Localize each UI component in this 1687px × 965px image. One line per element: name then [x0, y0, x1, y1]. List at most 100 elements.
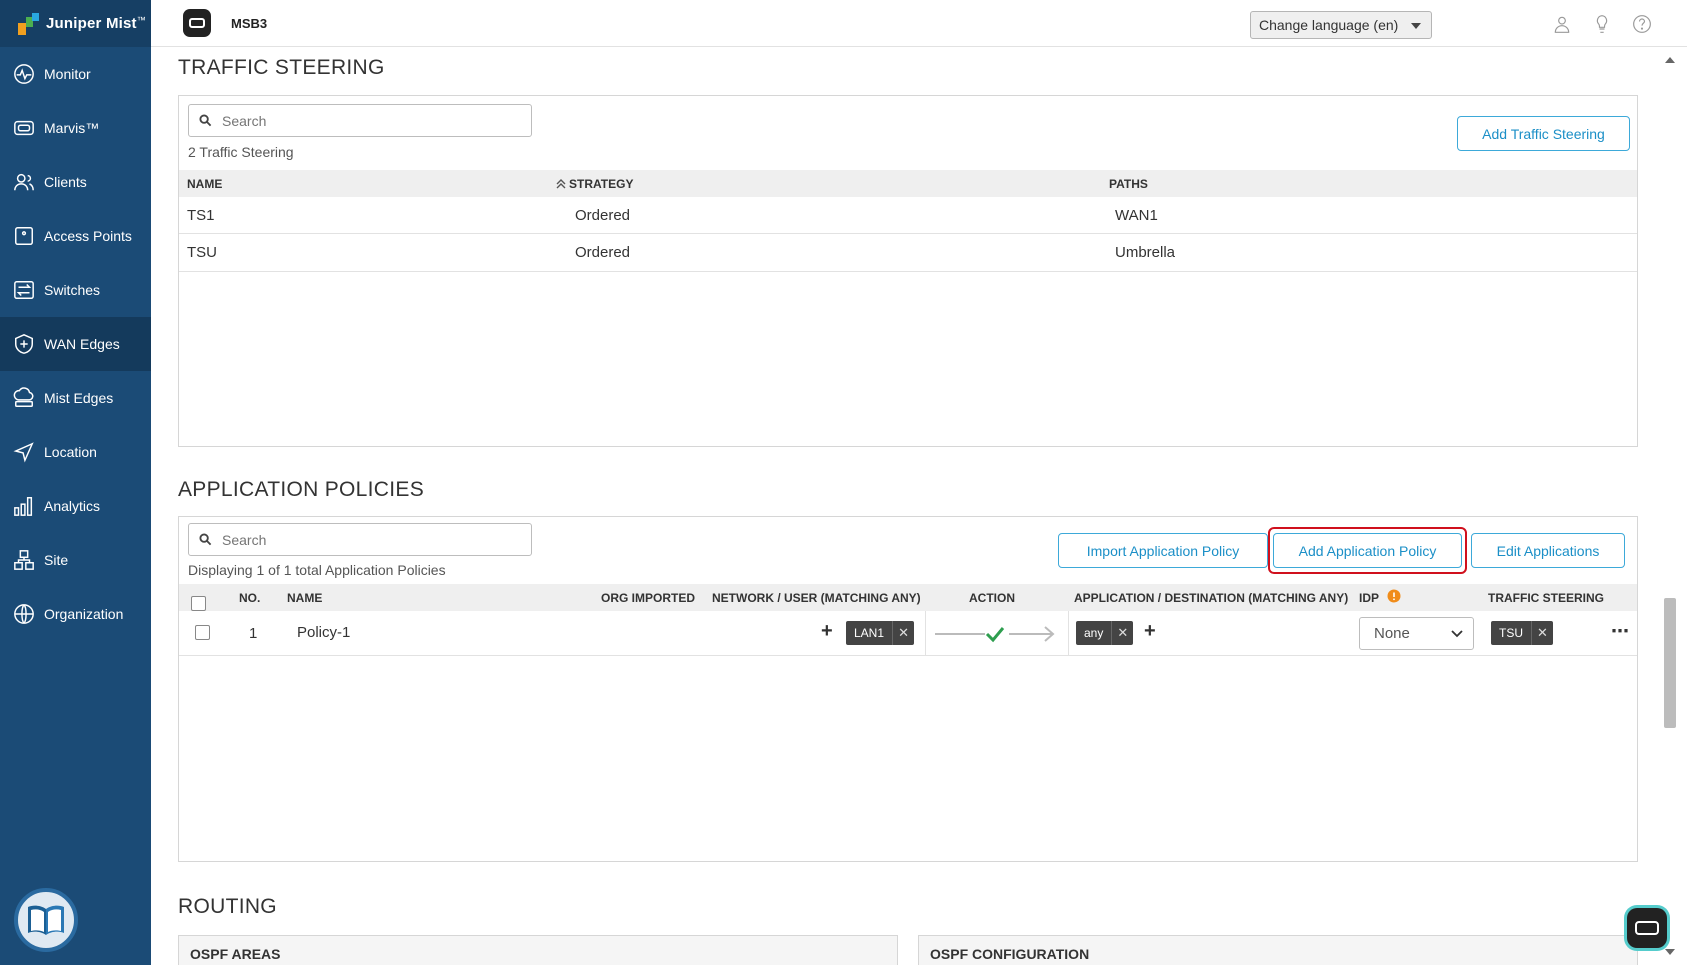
marvis-chat-icon[interactable] [1627, 908, 1667, 948]
import-application-policy-button[interactable]: Import Application Policy [1058, 533, 1268, 568]
scrollbar-thumb[interactable] [1664, 598, 1676, 728]
idp-select[interactable]: None [1359, 617, 1474, 650]
column-no[interactable]: NO. [239, 591, 260, 605]
sidebar-item-location[interactable]: Location [0, 425, 151, 479]
row-name[interactable]: Policy-1 [297, 624, 350, 641]
organization-icon [12, 602, 36, 626]
chevron-down-icon [1451, 630, 1463, 638]
top-header: MSB3 Change language (en) [151, 0, 1687, 47]
add-application-policy-button[interactable]: Add Application Policy [1273, 533, 1462, 568]
language-label: Change language (en) [1259, 17, 1399, 33]
sidebar-item-clients[interactable]: Clients [0, 155, 151, 209]
monitor-icon [12, 62, 36, 86]
allow-action-arrow[interactable] [931, 621, 1061, 651]
sidebar-nav: Monitor Marvis™ Clients Access Points Sw… [0, 47, 151, 641]
sidebar: Juniper Mist™ Monitor Marvis™ Clients Ac… [0, 0, 151, 965]
sidebar-item-access-points[interactable]: Access Points [0, 209, 151, 263]
column-org-imported[interactable]: ORG IMPORTED [601, 591, 695, 605]
sidebar-item-label: Access Points [44, 228, 132, 244]
add-traffic-steering-button[interactable]: Add Traffic Steering [1457, 116, 1630, 151]
ospf-configuration-panel: OSPF CONFIGURATION [918, 935, 1638, 965]
documentation-book-icon[interactable] [14, 888, 78, 952]
table-row[interactable]: TSU Ordered Umbrella [179, 234, 1637, 272]
column-application-destination[interactable]: APPLICATION / DESTINATION (MATCHING ANY) [1074, 591, 1348, 605]
sidebar-item-label: Clients [44, 174, 87, 190]
sidebar-item-organization[interactable]: Organization [0, 587, 151, 641]
site-icon [12, 548, 36, 572]
sidebar-item-label: Mist Edges [44, 390, 114, 406]
sidebar-item-switches[interactable]: Switches [0, 263, 151, 317]
close-icon[interactable]: ✕ [1531, 621, 1553, 645]
sidebar-item-label: Marvis™ [44, 120, 100, 136]
sort-ascending-icon[interactable] [556, 178, 566, 192]
traffic-steering-search-input[interactable] [222, 112, 502, 129]
column-paths[interactable]: PATHS [1109, 177, 1148, 191]
row-strategy: Ordered [575, 244, 631, 261]
brand-name: Juniper Mist™ [46, 15, 146, 32]
column-name[interactable]: NAME [287, 591, 322, 605]
row-paths: WAN1 [1115, 207, 1158, 224]
traffic-steering-panel: 2 Traffic Steering Add Traffic Steering … [178, 95, 1638, 447]
lightbulb-icon[interactable] [1591, 13, 1613, 35]
application-policies-title: APPLICATION POLICIES [178, 478, 425, 501]
sidebar-item-label: WAN Edges [44, 336, 120, 352]
sidebar-item-label: Organization [44, 606, 124, 622]
analytics-icon [12, 494, 36, 518]
user-icon[interactable] [1551, 13, 1573, 35]
ospf-areas-panel: OSPF AREAS [178, 935, 898, 965]
more-options-icon[interactable]: ⋯ [1611, 621, 1629, 642]
sidebar-item-wan-edges[interactable]: WAN Edges [0, 317, 151, 371]
tag-label: any [1084, 626, 1104, 640]
traffic-steering-tag-tsu: TSU ✕ [1491, 621, 1553, 645]
traffic-steering-count: 2 Traffic Steering [188, 144, 294, 160]
sidebar-item-label: Monitor [44, 66, 91, 82]
edit-applications-button[interactable]: Edit Applications [1471, 533, 1625, 568]
traffic-steering-search[interactable] [188, 104, 532, 137]
help-icon[interactable] [1631, 13, 1653, 35]
sidebar-item-marvis[interactable]: Marvis™ [0, 101, 151, 155]
sidebar-item-monitor[interactable]: Monitor [0, 47, 151, 101]
change-language-dropdown[interactable]: Change language (en) [1250, 11, 1432, 39]
column-strategy[interactable]: STRATEGY [569, 177, 633, 191]
site-name[interactable]: MSB3 [231, 16, 267, 31]
column-name[interactable]: NAME [187, 177, 222, 191]
sidebar-item-label: Switches [44, 282, 101, 298]
application-policies-count: Displaying 1 of 1 total Application Poli… [188, 562, 446, 578]
search-icon [199, 114, 212, 127]
marvis-icon [12, 116, 36, 140]
sidebar-item-mist-edges[interactable]: Mist Edges [0, 371, 151, 425]
application-policies-search[interactable] [188, 523, 532, 556]
row-paths: Umbrella [1115, 244, 1176, 261]
idp-selected-value: None [1374, 625, 1410, 642]
switches-icon [12, 278, 36, 302]
sidebar-item-site[interactable]: Site [0, 533, 151, 587]
juniper-mist-logo[interactable]: Juniper Mist™ [0, 0, 151, 47]
search-icon [199, 533, 212, 546]
add-application-plus-icon[interactable]: + [1144, 620, 1156, 643]
scroll-up-arrow-icon[interactable] [1665, 57, 1675, 63]
application-policies-search-input[interactable] [222, 531, 502, 548]
column-idp[interactable]: IDP [1359, 591, 1379, 605]
column-action[interactable]: ACTION [969, 591, 1015, 605]
location-icon [12, 440, 36, 464]
column-traffic-steering[interactable]: TRAFFIC STEERING [1488, 591, 1604, 605]
clients-icon [12, 170, 36, 194]
access-points-icon [12, 224, 36, 248]
close-icon[interactable]: ✕ [1111, 621, 1133, 645]
sidebar-item-label: Analytics [44, 498, 101, 514]
add-network-plus-icon[interactable]: + [821, 620, 833, 643]
row-name: TSU [187, 244, 217, 261]
traffic-steering-title: TRAFFIC STEERING [178, 56, 385, 79]
caret-down-icon [1411, 23, 1421, 29]
main-content: TRAFFIC STEERING 2 Traffic Steering Add … [151, 47, 1661, 965]
tag-label: TSU [1499, 626, 1523, 640]
table-row[interactable]: TS1 Ordered WAN1 [179, 197, 1637, 234]
site-bot-icon [183, 9, 211, 37]
column-network-user[interactable]: NETWORK / USER (MATCHING ANY) [712, 591, 921, 605]
scroll-down-arrow-icon[interactable] [1665, 949, 1675, 955]
page-scrollbar[interactable] [1661, 55, 1679, 961]
idp-info-icon[interactable] [1387, 589, 1401, 606]
sidebar-item-analytics[interactable]: Analytics [0, 479, 151, 533]
table-row[interactable]: 1 Policy-1 + LAN1 ✕ any ✕ + None TSU ✕ ⋯ [179, 611, 1637, 656]
close-icon[interactable]: ✕ [892, 621, 914, 645]
